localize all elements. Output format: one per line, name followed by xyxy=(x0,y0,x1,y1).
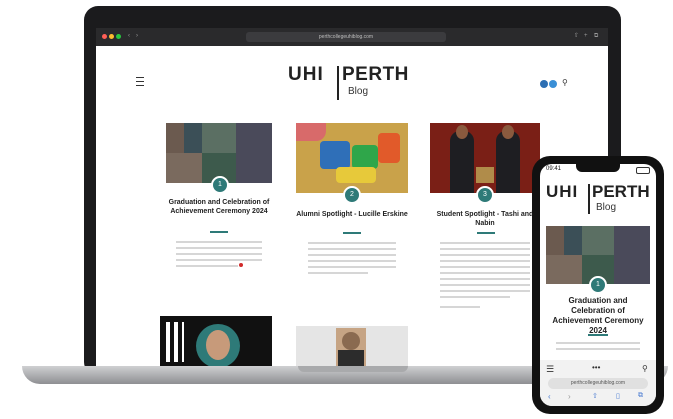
phone-menu-icon[interactable]: ☰ xyxy=(546,364,554,375)
phone-back-icon[interactable]: ‹ xyxy=(548,392,551,401)
post-5-image[interactable] xyxy=(296,326,408,368)
phone-post-badge: 1 xyxy=(589,276,607,294)
logo-divider xyxy=(337,66,339,100)
menu-icon[interactable] xyxy=(136,77,144,86)
heart-icon[interactable] xyxy=(239,263,243,267)
close-window-dot[interactable] xyxy=(102,34,107,39)
facebook-icon[interactable] xyxy=(540,80,548,88)
post-3-excerpt-line xyxy=(440,290,530,292)
post-1-excerpt-line xyxy=(176,259,262,261)
address-bar[interactable]: perthcollegeuhiblog.com xyxy=(246,32,446,42)
social-icon-2[interactable] xyxy=(549,80,557,88)
laptop-opening-notch xyxy=(298,366,408,372)
post-2-excerpt-line xyxy=(308,248,396,250)
phone-forward-icon[interactable]: › xyxy=(568,392,571,401)
phone-search-icon[interactable]: ⚲ xyxy=(642,364,648,373)
forward-icon[interactable]: › xyxy=(136,32,142,40)
address-bar-url: perthcollegeuhiblog.com xyxy=(318,34,374,40)
site-subtitle: Blog xyxy=(348,86,369,97)
phone-site-subtitle: Blog xyxy=(596,202,617,213)
post-4-image[interactable] xyxy=(160,316,272,368)
phone-notch xyxy=(576,164,620,172)
phone-address-bar[interactable]: perthcollegeuhiblog.com xyxy=(548,378,648,389)
post-3-excerpt-line xyxy=(440,272,530,274)
post-3-excerpt-line xyxy=(440,266,530,268)
battery-icon xyxy=(636,167,650,174)
back-icon[interactable]: ‹ xyxy=(128,32,134,40)
post-3-excerpt-line xyxy=(440,242,530,244)
logo-perth[interactable]: PERTH xyxy=(342,64,409,86)
post-2-title[interactable]: Alumni Spotlight - Lucille Erskine xyxy=(296,210,408,219)
phone-status-time: 09:41 xyxy=(546,166,562,172)
post-3-excerpt-line xyxy=(440,248,530,250)
post-2-excerpt-line xyxy=(308,266,396,268)
post-1-title[interactable]: Graduation and Celebration of Achievemen… xyxy=(166,198,272,216)
phone-logo-divider xyxy=(588,184,590,214)
post-3-excerpt-line xyxy=(440,284,530,286)
logo-uhi[interactable]: UHI xyxy=(288,64,324,86)
post-2-badge: 2 xyxy=(343,186,361,204)
post-2-divider xyxy=(343,232,361,234)
phone-logo-perth[interactable]: PERTH xyxy=(592,182,650,202)
phone-logo-uhi[interactable]: UHI xyxy=(546,182,578,202)
post-2-image[interactable] xyxy=(296,123,408,193)
post-1-excerpt-line xyxy=(176,241,262,243)
phone-post-divider xyxy=(588,334,608,336)
post-1-divider xyxy=(210,231,228,233)
post-3-title[interactable]: Student Spotlight - Tashi and Nabin xyxy=(430,210,540,228)
post-1-image[interactable] xyxy=(166,123,272,183)
post-1-badge: 1 xyxy=(211,176,229,194)
minimize-window-dot[interactable] xyxy=(109,34,114,39)
post-1-excerpt-line xyxy=(176,265,238,267)
post-1-excerpt-line xyxy=(176,253,262,255)
search-icon[interactable]: ⚲ xyxy=(562,78,568,87)
post-2-excerpt-line xyxy=(308,242,396,244)
post-3-image[interactable] xyxy=(430,123,540,193)
phone-post-title[interactable]: Graduation and Celebration of Achievemen… xyxy=(546,296,650,336)
post-3-excerpt-line xyxy=(440,278,530,280)
post-1-excerpt-line xyxy=(176,247,262,249)
tabs-overview-icon[interactable]: ⧉ xyxy=(594,32,600,40)
new-tab-icon[interactable]: + xyxy=(584,32,590,40)
maximize-window-dot[interactable] xyxy=(116,34,121,39)
post-3-excerpt-line xyxy=(440,306,480,308)
post-2-excerpt-line xyxy=(308,272,368,274)
post-3-excerpt-line xyxy=(440,296,510,298)
phone-excerpt-line xyxy=(556,348,640,350)
browser-toolbar: ‹ › perthcollegeuhiblog.com ⇧ + ⧉ xyxy=(96,28,608,46)
share-icon[interactable]: ⇧ xyxy=(574,32,580,40)
phone-share-icon[interactable]: ⇧ xyxy=(592,392,598,400)
phone-more-icon[interactable]: ••• xyxy=(592,363,600,372)
phone-bookmarks-icon[interactable]: ▯ xyxy=(616,392,620,400)
phone-excerpt-line xyxy=(556,342,640,344)
post-3-excerpt-line xyxy=(440,254,530,256)
post-3-badge: 3 xyxy=(476,186,494,204)
phone-screen: 09:41 UHI PERTH Blog 1 Graduation and Ce… xyxy=(540,164,656,406)
post-2-excerpt-line xyxy=(308,254,396,256)
phone-tabs-icon[interactable]: ⧉ xyxy=(638,392,643,400)
post-3-excerpt-line xyxy=(440,260,530,262)
post-3-divider xyxy=(477,232,495,234)
post-2-excerpt-line xyxy=(308,260,396,262)
phone-address-url: perthcollegeuhiblog.com xyxy=(570,380,626,386)
